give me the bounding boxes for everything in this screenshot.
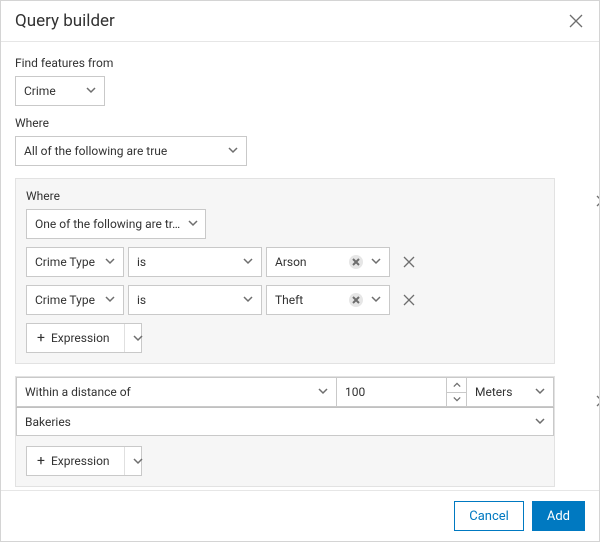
chevron-down-icon (371, 255, 381, 269)
chevron-down-icon (371, 293, 381, 307)
chevron-down-icon (124, 324, 143, 352)
add-button[interactable]: Add (532, 501, 585, 531)
chevron-down-icon (105, 255, 115, 269)
close-icon[interactable] (567, 12, 585, 30)
value-select[interactable]: Theft (266, 285, 390, 315)
chevron-down-icon (105, 293, 115, 307)
where-combinator-value: All of the following are true (24, 144, 167, 158)
chevron-down-icon (228, 144, 238, 158)
spatial-expression-group: Within a distance of 100 Meters (15, 376, 555, 487)
distance-stepper (446, 377, 466, 407)
spatial-row: Within a distance of 100 Meters (16, 377, 554, 408)
group-combinator-value: One of the following are tr… (35, 217, 180, 231)
unit-select[interactable]: Meters (466, 377, 554, 407)
spatial-operator-select[interactable]: Within a distance of (16, 377, 336, 407)
add-label: Add (547, 509, 570, 524)
plus-icon: + (37, 331, 45, 345)
operator-value: is (137, 293, 146, 307)
dialog-header: Query builder (1, 1, 599, 42)
dialog-footer: Cancel Add (1, 490, 599, 541)
field-select[interactable]: Crime Type (26, 247, 124, 277)
value-text: Theft (275, 293, 343, 307)
expression-group: Where One of the following are tr… Crime… (15, 178, 555, 364)
cancel-button[interactable]: Cancel (454, 501, 524, 531)
operator-select[interactable]: is (128, 285, 262, 315)
field-select[interactable]: Crime Type (26, 285, 124, 315)
dialog-body: Find features from Crime Where All of th… (1, 42, 599, 490)
clear-value-icon[interactable] (349, 255, 363, 269)
remove-group-icon[interactable] (595, 194, 599, 208)
find-from-select[interactable]: Crime (15, 76, 105, 106)
spatial-layer-select[interactable]: Bakeries (16, 408, 554, 436)
plus-icon: + (37, 454, 45, 468)
add-expression-button[interactable]: + Expression (26, 446, 142, 476)
value-text: Arson (275, 255, 343, 269)
spatial-wrapper: Within a distance of 100 Meters (15, 376, 585, 487)
unit-value: Meters (475, 385, 512, 399)
operator-select[interactable]: is (128, 247, 262, 277)
group-wrapper: Where One of the following are tr… Crime… (15, 178, 585, 364)
chevron-down-icon (124, 447, 143, 475)
chevron-down-icon (188, 217, 198, 231)
chevron-down-icon (535, 385, 545, 399)
dialog-title: Query builder (15, 11, 115, 31)
where-label: Where (15, 116, 585, 130)
spatial-layer-value: Bakeries (25, 415, 71, 429)
value-select[interactable]: Arson (266, 247, 390, 277)
distance-input[interactable]: 100 (336, 377, 446, 407)
find-from-label: Find features from (15, 56, 585, 70)
field-value: Crime Type (35, 255, 95, 269)
add-expression-button[interactable]: + Expression (26, 323, 142, 353)
remove-row-icon[interactable] (402, 293, 416, 307)
spatial-operator-value: Within a distance of (25, 385, 131, 399)
step-up-button[interactable] (447, 378, 466, 393)
chevron-down-icon (243, 293, 253, 307)
group-combinator-select[interactable]: One of the following are tr… (26, 209, 206, 239)
chevron-down-icon (86, 84, 96, 98)
find-from-value: Crime (24, 84, 56, 98)
group-where-label: Where (26, 189, 544, 203)
chevron-down-icon (318, 385, 328, 399)
query-builder-dialog: Query builder Find features from Crime W… (0, 0, 600, 542)
field-value: Crime Type (35, 293, 95, 307)
add-expression-label: Expression (51, 331, 110, 345)
expression-row: Crime Type is Theft (26, 285, 544, 315)
remove-row-icon[interactable] (402, 255, 416, 269)
expression-row: Crime Type is Arson (26, 247, 544, 277)
where-combinator-select[interactable]: All of the following are true (15, 136, 247, 166)
step-down-button[interactable] (447, 393, 466, 407)
add-expression-label: Expression (51, 454, 110, 468)
clear-value-icon[interactable] (349, 293, 363, 307)
operator-value: is (137, 255, 146, 269)
cancel-label: Cancel (469, 509, 509, 524)
chevron-down-icon (535, 415, 545, 429)
chevron-down-icon (243, 255, 253, 269)
remove-spatial-icon[interactable] (595, 394, 599, 408)
distance-value: 100 (345, 385, 365, 399)
